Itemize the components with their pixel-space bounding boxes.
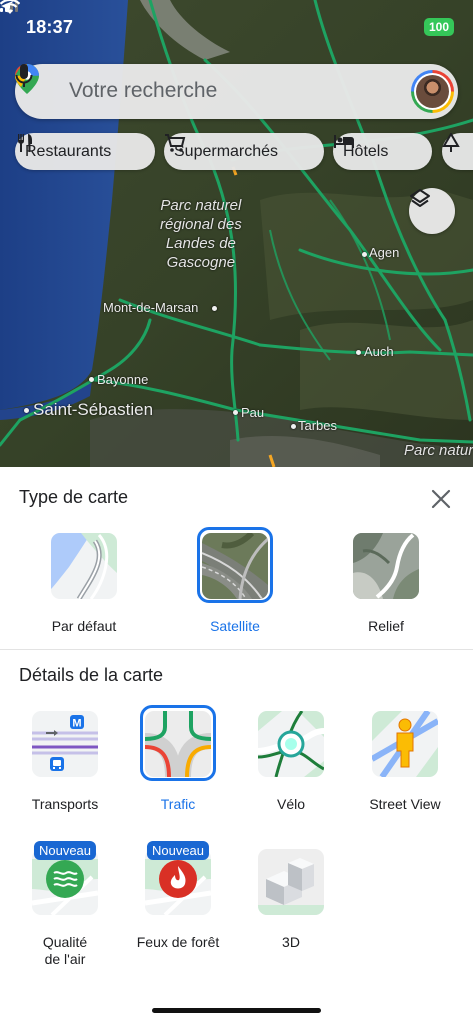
status-bar: 18:37 100 bbox=[0, 0, 473, 54]
map-dot-pau bbox=[233, 410, 238, 415]
map-label-parc: Parc natur bbox=[404, 442, 473, 459]
cart-icon bbox=[165, 134, 186, 152]
section-divider bbox=[0, 649, 473, 650]
detail-air-quality[interactable]: Nouveau Qualité de l'air bbox=[10, 841, 120, 968]
map-label-park: Parc naturel régional des Landes de Gasc… bbox=[160, 197, 242, 271]
map-options-sheet: Type de carte Par défaut Satellite Relie… bbox=[0, 467, 473, 1024]
chip-label: Restaurants bbox=[25, 142, 112, 160]
map-dot-bayonne bbox=[89, 377, 94, 382]
map-label-tarbes: Tarbes bbox=[298, 418, 338, 433]
map-type-default[interactable]: Par défaut bbox=[29, 533, 139, 635]
wifi-icon bbox=[0, 0, 20, 14]
map-type-label: Par défaut bbox=[51, 618, 117, 634]
status-time: 18:37 bbox=[26, 17, 74, 37]
map-label-bayonne: Bayonne bbox=[97, 372, 149, 387]
detail-label: Street View bbox=[369, 796, 441, 812]
map-dot-auch bbox=[356, 350, 361, 355]
search-input[interactable] bbox=[69, 74, 359, 108]
detail-label: Feux de forêt bbox=[136, 934, 220, 950]
search-bar[interactable] bbox=[15, 64, 458, 119]
home-indicator[interactable] bbox=[152, 1008, 321, 1013]
chip-label: Supermarchés bbox=[174, 142, 279, 160]
svg-text:M: M bbox=[72, 718, 81, 730]
park-tree-icon bbox=[442, 133, 460, 152]
layers-button[interactable] bbox=[409, 188, 455, 234]
detail-cycling[interactable]: Vélo bbox=[236, 711, 346, 813]
cycling-thumbnail bbox=[258, 711, 324, 777]
detail-label: Trafic bbox=[160, 796, 196, 812]
detail-label: Qualité de l'air bbox=[42, 934, 88, 967]
new-badge: Nouveau bbox=[146, 841, 210, 860]
chip-more[interactable] bbox=[442, 133, 473, 170]
map-type-label: Satellite bbox=[210, 618, 260, 634]
satellite-map-thumbnail bbox=[202, 533, 268, 599]
microphone-icon[interactable] bbox=[15, 64, 33, 90]
map-dot-saint-sebastien bbox=[24, 408, 29, 413]
map-type-relief[interactable]: Relief bbox=[331, 533, 441, 635]
map-view[interactable]: Parc naturel régional des Landes de Gasc… bbox=[0, 0, 473, 467]
detail-3d[interactable]: 3D bbox=[236, 849, 346, 951]
map-type-title: Type de carte bbox=[19, 487, 129, 507]
map-label-agen: Agen bbox=[369, 245, 400, 260]
restaurant-icon bbox=[18, 134, 32, 152]
detail-label: Transports bbox=[31, 796, 99, 812]
map-type-label: Relief bbox=[368, 618, 404, 634]
map-label-pau: Pau bbox=[241, 405, 265, 420]
detail-label: 3D bbox=[282, 934, 300, 950]
map-dot-mont-de-marsan bbox=[212, 306, 217, 311]
3d-thumbnail bbox=[258, 849, 324, 915]
map-dot-tarbes bbox=[291, 424, 296, 429]
battery-indicator: 100 bbox=[424, 18, 454, 36]
default-map-thumbnail bbox=[51, 533, 117, 599]
map-label-saint-sebastien: Saint-Sébastien bbox=[33, 400, 154, 419]
chip-supermarkets[interactable]: Supermarchés bbox=[164, 133, 324, 170]
transit-thumbnail: M bbox=[32, 711, 98, 777]
traffic-thumbnail bbox=[145, 711, 211, 777]
new-badge: Nouveau bbox=[33, 841, 97, 860]
map-details-title: Détails de la carte bbox=[19, 665, 164, 685]
bed-icon bbox=[334, 135, 354, 148]
map-label-mont-de-marsan: Mont-de-Marsan bbox=[103, 300, 199, 315]
detail-traffic[interactable]: Trafic bbox=[123, 705, 233, 813]
map-label-auch: Auch bbox=[364, 344, 394, 359]
chip-hotels[interactable]: Hôtels bbox=[333, 133, 432, 170]
account-avatar[interactable] bbox=[411, 70, 454, 113]
map-type-satellite[interactable]: Satellite bbox=[180, 527, 290, 635]
detail-label: Vélo bbox=[276, 796, 306, 812]
map-dot-agen bbox=[362, 252, 367, 257]
detail-wildfires[interactable]: Nouveau Feux de forêt bbox=[123, 841, 233, 951]
street-view-thumbnail bbox=[372, 711, 438, 777]
relief-map-thumbnail bbox=[353, 533, 419, 599]
chip-restaurants[interactable]: Restaurants bbox=[15, 133, 155, 170]
detail-street-view[interactable]: Street View bbox=[350, 711, 460, 813]
detail-transit[interactable]: M Transports bbox=[10, 711, 120, 813]
close-icon[interactable] bbox=[428, 486, 454, 512]
layers-icon bbox=[410, 189, 430, 207]
